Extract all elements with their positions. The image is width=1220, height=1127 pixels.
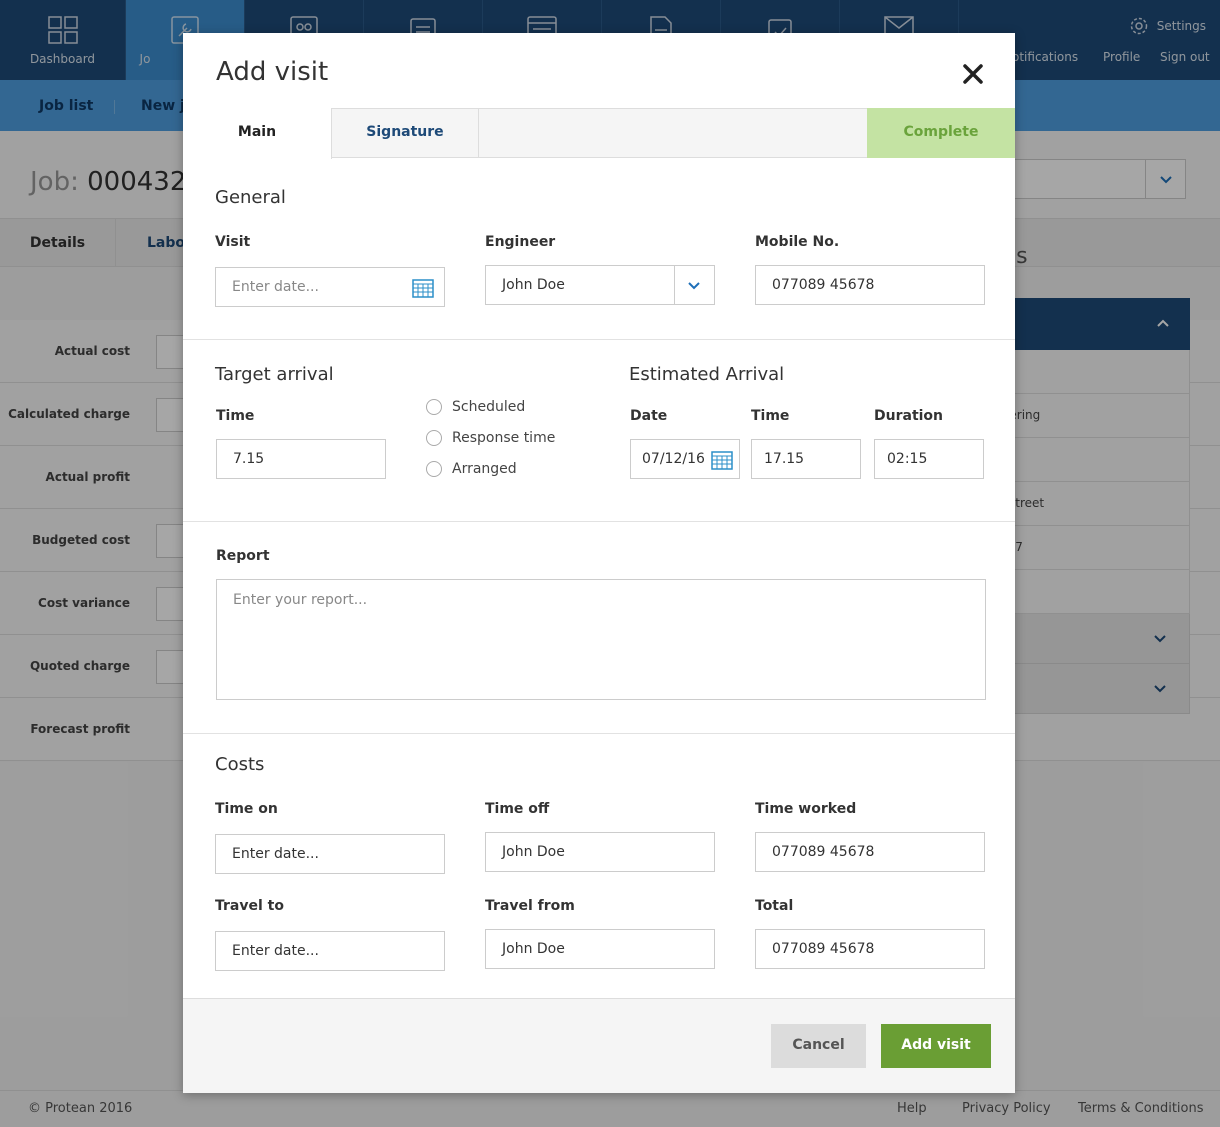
tab-signature[interactable]: Signature: [332, 108, 479, 158]
visit-date-placeholder: Enter date...: [232, 279, 319, 295]
travel-to-placeholder: Enter date...: [232, 943, 319, 959]
calendar-icon[interactable]: [412, 278, 434, 298]
engineer-select[interactable]: John Doe: [485, 265, 715, 305]
close-icon: [963, 64, 983, 84]
radio-arranged[interactable]: Arranged: [426, 461, 517, 477]
tab-complete[interactable]: Complete: [867, 108, 1015, 158]
section-costs-title: Costs: [215, 754, 265, 775]
duration-input[interactable]: 02:15: [874, 439, 984, 479]
calendar-icon[interactable]: [711, 450, 733, 470]
target-time-value: 7.15: [233, 451, 265, 467]
divider: [183, 733, 1015, 734]
est-date-label: Date: [630, 408, 668, 424]
est-time-input[interactable]: 17.15: [751, 439, 861, 479]
total-label: Total: [755, 898, 794, 914]
add-visit-button[interactable]: Add visit: [881, 1024, 991, 1068]
section-target-title: Target arrival: [215, 364, 334, 385]
modal-tabs: Main Signature Complete: [183, 108, 1015, 159]
radio-scheduled[interactable]: Scheduled: [426, 399, 525, 415]
divider: [183, 339, 1015, 340]
time-on-label: Time on: [215, 801, 278, 817]
mobile-input[interactable]: 077089 45678: [755, 265, 985, 305]
radio-circle[interactable]: [426, 461, 442, 477]
time-worked-input[interactable]: 077089 45678: [755, 832, 985, 872]
duration-value: 02:15: [887, 451, 928, 467]
engineer-value: John Doe: [502, 277, 565, 293]
mobile-value: 077089 45678: [772, 277, 875, 293]
report-placeholder: Enter your report...: [233, 592, 368, 608]
est-date-input[interactable]: 07/12/16: [630, 439, 740, 479]
target-time-label: Time: [216, 408, 255, 424]
est-time-value: 17.15: [764, 451, 805, 467]
radio-circle[interactable]: [426, 430, 442, 446]
radio-label: Arranged: [452, 461, 517, 477]
report-label: Report: [216, 548, 270, 564]
tab-main[interactable]: Main: [183, 108, 332, 159]
mobile-label: Mobile No.: [755, 234, 840, 250]
section-estimated-title: Estimated Arrival: [629, 364, 785, 385]
travel-to-label: Travel to: [215, 898, 284, 914]
close-button[interactable]: [960, 61, 986, 87]
time-off-input[interactable]: John Doe: [485, 832, 715, 872]
chevron-down-icon: [674, 266, 714, 304]
est-time-label: Time: [751, 408, 790, 424]
time-on-placeholder: Enter date...: [232, 846, 319, 862]
report-textarea[interactable]: Enter your report...: [216, 579, 986, 700]
modal-footer: Cancel Add visit: [183, 998, 1015, 1093]
time-worked-label: Time worked: [755, 801, 857, 817]
total-value: 077089 45678: [772, 941, 875, 957]
travel-from-label: Travel from: [485, 898, 575, 914]
radio-circle[interactable]: [426, 399, 442, 415]
add-visit-modal: Add visit Main Signature Complete Genera…: [183, 33, 1015, 1093]
duration-label: Duration: [874, 408, 944, 424]
travel-to-input[interactable]: Enter date...: [215, 931, 445, 971]
modal-title: Add visit: [216, 57, 329, 87]
travel-from-value: John Doe: [502, 941, 565, 957]
engineer-label: Engineer: [485, 234, 556, 250]
radio-label: Scheduled: [452, 399, 526, 415]
est-date-value: 07/12/16: [642, 451, 705, 467]
time-off-label: Time off: [485, 801, 550, 817]
target-time-input[interactable]: 7.15: [216, 439, 386, 479]
time-worked-value: 077089 45678: [772, 844, 875, 860]
time-on-input[interactable]: Enter date...: [215, 834, 445, 874]
visit-date-input[interactable]: Enter date...: [215, 267, 445, 307]
total-input[interactable]: 077089 45678: [755, 929, 985, 969]
divider: [183, 521, 1015, 522]
section-general-title: General: [215, 187, 286, 208]
radio-label: Response time: [452, 430, 556, 446]
time-off-value: John Doe: [502, 844, 565, 860]
radio-response-time[interactable]: Response time: [426, 430, 555, 446]
cancel-button[interactable]: Cancel: [771, 1024, 866, 1068]
visit-label: Visit: [215, 234, 251, 250]
travel-from-input[interactable]: John Doe: [485, 929, 715, 969]
